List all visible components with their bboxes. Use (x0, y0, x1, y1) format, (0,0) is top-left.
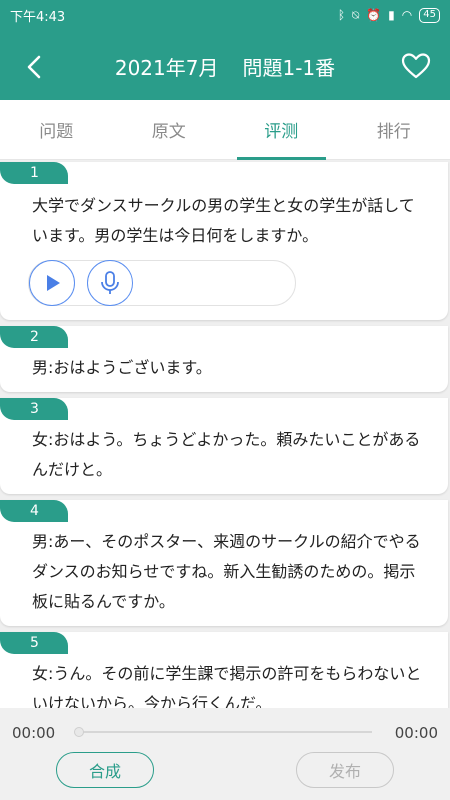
sentence-text: 女:おはよう。ちょうどよかった。頼みたいことがあるんだけと。 (32, 430, 421, 479)
sentence-text: 男:おはようございます。 (32, 358, 212, 377)
sentence-card[interactable]: 1 大学でダンスサークルの男の学生と女の学生が話しています。男の学生は今日何をし… (0, 162, 448, 320)
wifi-icon: ◠ (401, 8, 413, 22)
total-time: 00:00 (394, 724, 438, 742)
mute-icon: ⍉ (352, 7, 360, 22)
sentence-number: 5 (0, 632, 68, 654)
sentence-card[interactable]: 5 女:うん。その前に学生課で掲示の許可をもらわないといけないから。今から行くん… (0, 632, 448, 708)
sentence-number: 1 (0, 162, 68, 184)
microphone-icon (101, 271, 119, 294)
title-question: 問題1-1番 (242, 56, 336, 80)
sentence-text: 大学でダンスサークルの男の学生と女の学生が話しています。男の学生は今日何をします… (32, 196, 415, 245)
app-header: 2021年7月 問題1-1番 (0, 30, 450, 100)
progress-track[interactable] (78, 731, 372, 733)
back-button[interactable] (20, 52, 50, 82)
favorite-button[interactable] (400, 50, 432, 82)
tab-original-text[interactable]: 原文 (113, 100, 226, 159)
sentence-text: 女:うん。その前に学生課で掲示の許可をもらわないといけないから。今から行くんだ。 (32, 664, 422, 708)
alarm-icon: ⏰ (366, 8, 382, 22)
tab-bar: 问题 原文 评测 排行 (0, 100, 450, 160)
sentence-number: 4 (0, 500, 68, 522)
sentence-card[interactable]: 2 男:おはようございます。 (0, 326, 448, 392)
bluetooth-icon: ᛒ (337, 8, 346, 22)
tab-question[interactable]: 问题 (0, 100, 113, 159)
sentence-card[interactable]: 3 女:おはよう。ちょうどよかった。頼みたいことがあるんだけと。 (0, 398, 448, 494)
title-date: 2021年7月 (114, 56, 219, 80)
sentence-text: 男:あー、そのポスター、来週のサークルの紹介でやるダンスのお知らせですね。新入生… (32, 532, 421, 611)
play-icon (47, 275, 60, 291)
compose-button[interactable]: 合成 (56, 752, 154, 788)
sentence-number: 3 (0, 398, 68, 420)
sentence-number: 2 (0, 326, 68, 348)
heart-icon (401, 53, 431, 79)
status-time: 下午4:43 (10, 9, 66, 25)
tab-ranking[interactable]: 排行 (338, 100, 450, 159)
play-button[interactable] (29, 260, 75, 306)
audio-player: 00:00 00:00 合成 发布 (0, 708, 450, 800)
battery-icon: 45 (419, 7, 440, 23)
page-title: 2021年7月 問題1-1番 (0, 52, 450, 81)
progress-thumb[interactable] (74, 727, 84, 737)
audio-controls (28, 260, 296, 306)
sentence-list[interactable]: 1 大学でダンスサークルの男の学生と女の学生が話しています。男の学生は今日何をし… (0, 160, 450, 708)
status-bar: 下午4:43 ᛒ ⍉ ⏰ ▮ ◠ 45 (0, 0, 450, 30)
chevron-left-icon (27, 55, 41, 79)
status-icons: ᛒ ⍉ ⏰ ▮ ◠ 45 (337, 7, 440, 23)
tab-evaluation[interactable]: 评测 (225, 100, 338, 160)
sentence-card[interactable]: 4 男:あー、そのポスター、来週のサークルの紹介でやるダンスのお知らせですね。新… (0, 500, 448, 626)
current-time: 00:00 (12, 724, 56, 742)
signal-icon: ▮ (388, 8, 395, 22)
publish-button[interactable]: 发布 (296, 752, 394, 788)
record-button[interactable] (87, 260, 133, 306)
